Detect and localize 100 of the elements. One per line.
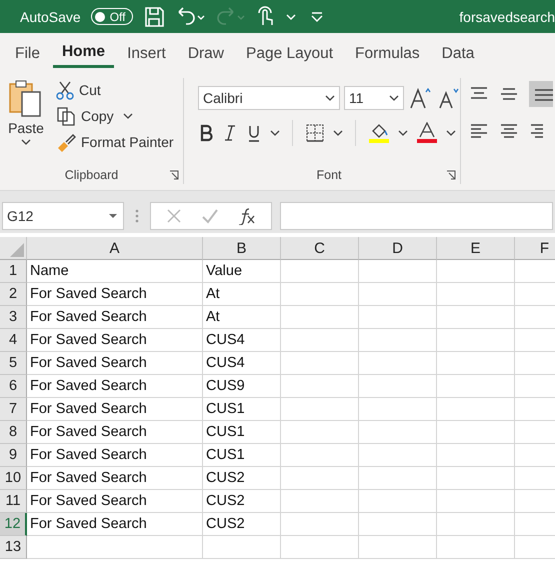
empty-cell[interactable] <box>437 352 515 375</box>
empty-cell[interactable] <box>281 352 359 375</box>
row-header[interactable]: 1 <box>0 260 27 283</box>
row-header[interactable]: 2 <box>0 283 27 306</box>
ribbon-tab[interactable]: File <box>6 38 49 66</box>
empty-cell[interactable] <box>281 490 359 513</box>
copy-button[interactable]: Copy <box>52 104 178 128</box>
empty-cell[interactable] <box>359 375 437 398</box>
empty-cell[interactable] <box>437 260 515 283</box>
table-cell[interactable]: For Saved Search <box>27 444 203 467</box>
chevron-down-icon[interactable] <box>284 12 297 22</box>
row-header[interactable]: 7 <box>0 398 27 421</box>
row-header[interactable]: 9 <box>0 444 27 467</box>
ribbon-tab[interactable]: Insert <box>118 38 175 66</box>
column-header[interactable]: A <box>27 237 203 260</box>
align-left-icon[interactable] <box>469 123 489 139</box>
table-cell[interactable]: CUS4 <box>203 352 281 375</box>
table-cell[interactable]: CUS1 <box>203 398 281 421</box>
table-cell[interactable]: At <box>203 283 281 306</box>
chevron-down-icon[interactable] <box>446 129 456 137</box>
table-cell[interactable]: CUS2 <box>203 467 281 490</box>
autosave-toggle[interactable]: Off <box>90 8 133 25</box>
check-icon[interactable] <box>201 207 219 225</box>
ribbon-tab[interactable]: Data <box>432 38 484 66</box>
fill-color-icon[interactable] <box>368 122 390 144</box>
italic-icon[interactable] <box>222 123 238 143</box>
name-box[interactable]: G12 <box>2 202 124 230</box>
row-header[interactable]: 5 <box>0 352 27 375</box>
empty-cell[interactable] <box>359 467 437 490</box>
row-header[interactable]: 11 <box>0 490 27 513</box>
empty-cell[interactable] <box>437 329 515 352</box>
row-header[interactable]: 8 <box>0 421 27 444</box>
empty-cell[interactable] <box>281 444 359 467</box>
formula-field[interactable] <box>280 202 553 230</box>
empty-cell[interactable] <box>359 513 437 536</box>
column-header[interactable]: E <box>437 237 515 260</box>
align-center-icon[interactable] <box>499 123 519 139</box>
grow-font-icon[interactable] <box>408 86 432 110</box>
dialog-launcher-icon[interactable] <box>446 170 456 180</box>
empty-cell[interactable] <box>359 329 437 352</box>
redo-icon[interactable] <box>214 6 245 28</box>
table-cell[interactable]: For Saved Search <box>27 306 203 329</box>
empty-cell[interactable] <box>281 467 359 490</box>
empty-cell[interactable] <box>203 536 281 559</box>
ribbon-tab[interactable]: Draw <box>178 38 233 66</box>
bold-icon[interactable] <box>198 123 214 143</box>
dialog-launcher-icon[interactable] <box>169 170 179 180</box>
empty-cell[interactable] <box>281 283 359 306</box>
empty-cell[interactable] <box>437 306 515 329</box>
align-middle-icon[interactable] <box>499 86 519 102</box>
empty-cell[interactable] <box>437 513 515 536</box>
chevron-down-icon[interactable] <box>333 129 343 137</box>
column-header[interactable]: B <box>203 237 281 260</box>
table-cell[interactable]: For Saved Search <box>27 513 203 536</box>
empty-cell[interactable] <box>437 444 515 467</box>
empty-cell[interactable] <box>437 421 515 444</box>
empty-cell[interactable] <box>359 490 437 513</box>
font-size-dropdown[interactable]: 11 <box>344 86 404 110</box>
empty-cell[interactable] <box>359 260 437 283</box>
empty-cell[interactable] <box>359 352 437 375</box>
empty-cell[interactable] <box>281 421 359 444</box>
row-header[interactable]: 12 <box>0 513 27 536</box>
empty-cell[interactable] <box>359 421 437 444</box>
empty-cell[interactable] <box>437 398 515 421</box>
column-header[interactable]: F <box>515 237 555 260</box>
empty-cell[interactable] <box>437 490 515 513</box>
table-cell[interactable]: For Saved Search <box>27 398 203 421</box>
empty-cell[interactable] <box>359 283 437 306</box>
row-header[interactable]: 10 <box>0 467 27 490</box>
table-cell[interactable]: For Saved Search <box>27 375 203 398</box>
align-right-icon[interactable] <box>529 123 543 139</box>
empty-cell[interactable] <box>359 444 437 467</box>
table-cell[interactable]: CUS1 <box>203 421 281 444</box>
table-cell[interactable]: For Saved Search <box>27 283 203 306</box>
table-cell[interactable]: For Saved Search <box>27 467 203 490</box>
table-cell[interactable]: CUS2 <box>203 513 281 536</box>
cancel-icon[interactable] <box>165 207 183 225</box>
empty-cell[interactable] <box>281 260 359 283</box>
empty-cell[interactable] <box>359 306 437 329</box>
table-cell[interactable]: Value <box>203 260 281 283</box>
cut-button[interactable]: Cut <box>52 78 178 102</box>
save-icon[interactable] <box>142 6 165 28</box>
align-top-icon[interactable] <box>469 86 489 102</box>
ribbon-tab[interactable]: Home <box>52 37 114 68</box>
column-header[interactable]: C <box>281 237 359 260</box>
empty-cell[interactable] <box>281 398 359 421</box>
table-cell[interactable]: CUS9 <box>203 375 281 398</box>
empty-cell[interactable] <box>281 536 359 559</box>
table-cell[interactable]: For Saved Search <box>27 490 203 513</box>
empty-cell[interactable] <box>281 329 359 352</box>
table-cell[interactable]: For Saved Search <box>27 352 203 375</box>
borders-icon[interactable] <box>305 123 325 143</box>
empty-cell[interactable] <box>359 536 437 559</box>
table-cell[interactable]: CUS2 <box>203 490 281 513</box>
select-all-button[interactable] <box>10 243 24 257</box>
table-cell[interactable]: Name <box>27 260 203 283</box>
font-name-dropdown[interactable]: Calibri <box>198 86 340 110</box>
empty-cell[interactable] <box>281 513 359 536</box>
column-header[interactable]: D <box>359 237 437 260</box>
row-header[interactable]: 13 <box>0 536 27 559</box>
